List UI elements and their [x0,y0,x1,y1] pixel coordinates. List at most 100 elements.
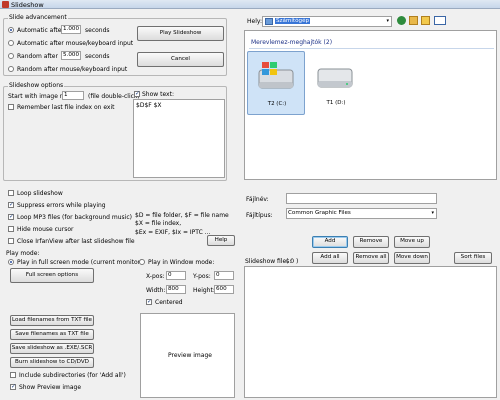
random-seconds-unit: seconds [85,53,110,60]
centered-checkbox[interactable] [146,298,152,305]
show-text-label: Show text: [142,91,174,98]
filetype-label: Fájltípus: [246,212,273,219]
cancel-button[interactable]: Cancel [137,52,224,67]
loop-slideshow-checkbox[interactable] [8,190,14,196]
help-button[interactable]: Help [207,235,235,246]
remove-all-button[interactable]: Remove all [353,252,389,264]
full-screen-label: Play in full screen mode (current monito… [17,259,143,266]
radio-automatic-after-label: Automatic after [17,27,64,34]
sort-files-button[interactable]: Sort files [454,252,492,264]
automatic-seconds-input[interactable]: 1.000 [61,25,81,34]
ypos-label: Y-pos: [193,273,211,280]
remove-button[interactable]: Remove [353,236,389,248]
radio-automatic-input-label: Automatic after mouse/keyboard input [17,40,134,47]
loop-mp3-label: Loop MP3 files (for background music) [17,214,132,221]
start-with-hint: (file double-click) [88,93,140,100]
start-with-input[interactable]: 1 [62,91,84,100]
filetype-select[interactable]: Common Graphic Files ▾ [286,208,437,219]
radio-random-after[interactable] [8,53,14,59]
play-slideshow-button[interactable]: Play Slideshow [137,26,224,41]
close-after-checkbox[interactable] [8,238,14,244]
loop-slideshow-label: Loop slideshow [17,190,63,197]
hide-cursor-checkbox[interactable] [8,226,14,232]
add-button[interactable]: Add [312,236,348,248]
centered-label: Centered [155,299,183,306]
save-filenames-button[interactable]: Save filenames as TXT file [10,329,94,340]
loop-mp3-checkbox[interactable] [8,213,14,220]
move-down-button[interactable]: Move down [394,252,430,264]
height-input[interactable]: 600 [214,285,234,294]
ypos-input[interactable]: 0 [214,271,234,280]
chevron-down-icon: ▾ [431,210,434,216]
slideshow-files-list[interactable] [244,266,497,398]
suppress-errors-checkbox[interactable] [8,201,14,208]
title-bar: Slideshow [0,0,500,9]
help-text-line3: $Ex = EXIF, $Ix = IPTC ... [135,229,211,236]
group-divider [249,48,494,49]
radio-random-after-label: Random after [17,53,58,60]
include-subdirs-label: Include subdirectories (for 'Add all') [19,372,126,379]
load-filenames-button[interactable]: Load filenames from TXT file [10,315,94,326]
up-folder-icon[interactable] [409,16,418,25]
file-browser-panel[interactable]: Merevlemez-meghajtók (2) T2 (C:) T1 (D:) [244,30,497,180]
start-with-label: Start with image nr.: [8,93,70,100]
location-label: Hely: [247,18,263,25]
computer-icon [265,18,273,25]
suppress-errors-label: Suppress errors while playing [17,202,106,209]
view-menu-icon[interactable] [434,16,446,25]
hide-cursor-label: Hide mouse cursor [17,226,74,233]
slideshow-files-count: ( 0 ) [286,258,299,265]
radio-random-input[interactable] [8,66,14,72]
slideshow-files-label: Slideshow files: [245,258,292,265]
show-text-checkbox[interactable] [134,90,140,97]
window-mode-label: Play in Window mode: [148,259,215,266]
include-subdirs-checkbox[interactable] [10,372,16,378]
height-label: Height: [193,287,215,294]
drive-label-c: T2 (C:) [267,101,287,107]
location-value: Számítógép [275,18,311,24]
slideshow-options-title: Slideshow options [8,82,65,89]
show-preview-label: Show Preview image [19,384,82,391]
back-icon[interactable] [397,16,406,25]
remember-index-label: Remember last file index on exit [17,104,115,111]
xpos-label: X-pos: [146,273,165,280]
show-text-textarea[interactable]: $D$F $X [133,99,225,178]
play-mode-title: Play mode: [6,250,40,257]
save-exe-button[interactable]: Save slideshow as .EXE/.SCR [10,343,94,354]
width-label: Width: [146,287,166,294]
drive-item-d[interactable]: T1 (D:) [307,51,365,115]
show-preview-checkbox[interactable] [10,383,16,390]
slide-advancement-title: Slide advancement [8,14,68,21]
help-text-line2: $X = file index, [135,220,182,227]
xpos-input[interactable]: 0 [166,271,186,280]
radio-automatic-after[interactable] [8,27,14,33]
windows-hdd-icon [258,62,294,89]
filename-input[interactable] [286,193,437,204]
radio-window-mode[interactable] [139,259,145,265]
filetype-value: Common Graphic Files [288,210,351,216]
app-icon [2,1,9,8]
show-text-value: $D$F $X [136,102,162,109]
preview-image-label: Preview image [168,352,212,359]
new-folder-icon[interactable] [421,16,430,25]
burn-cd-button[interactable]: Burn slideshow to CD/DVD [10,357,94,368]
radio-automatic-input[interactable] [8,40,14,46]
radio-random-input-label: Random after mouse/keyboard input [17,66,128,73]
close-after-label: Close IrfanView after last slideshow fil… [17,238,135,245]
drive-label-d: T1 (D:) [326,100,346,106]
filename-label: Fájlnév: [246,196,269,203]
width-input[interactable]: 800 [166,285,186,294]
location-select[interactable]: Számítógép ▾ [262,16,392,27]
move-up-button[interactable]: Move up [394,236,430,248]
random-seconds-input[interactable]: 5.000 [61,51,81,60]
hdd-icon [317,68,353,88]
add-all-button[interactable]: Add all [312,252,348,264]
automatic-seconds-unit: seconds [85,27,110,34]
radio-full-screen[interactable] [8,259,14,265]
chevron-down-icon: ▾ [386,18,389,24]
preview-image-box: Preview image [140,313,235,398]
full-screen-options-button[interactable]: Full screen options [10,268,94,283]
window-title: Slideshow [11,1,44,9]
remember-index-checkbox[interactable] [8,104,14,110]
drive-item-c[interactable]: T2 (C:) [247,51,305,115]
